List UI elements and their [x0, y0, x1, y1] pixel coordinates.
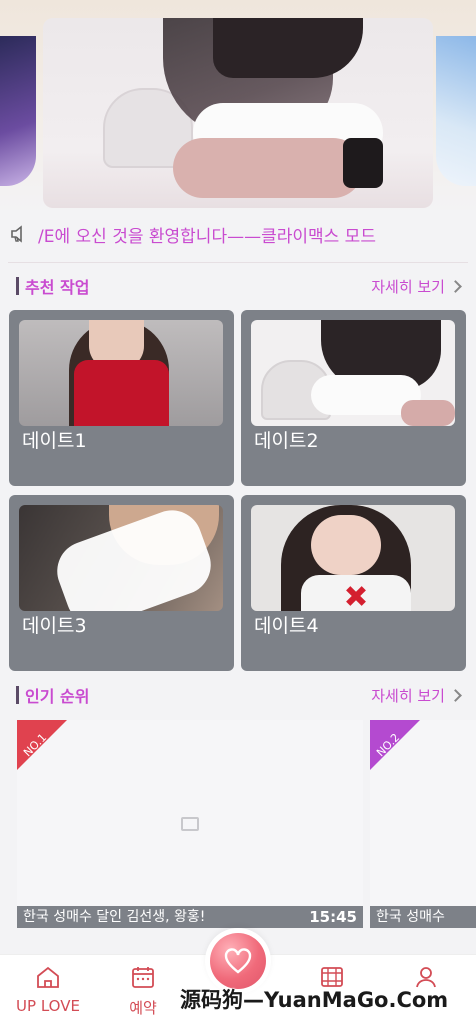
recommended-card-1[interactable]: 데이트1 [9, 310, 234, 486]
speaker-icon [8, 223, 30, 245]
heart-icon [210, 933, 266, 989]
home-icon [35, 965, 61, 993]
section-marker [16, 686, 19, 704]
card-thumbnail [251, 320, 455, 426]
notice-text: /E에 오신 것을 환영합니다——클라이맥스 모드 [38, 226, 376, 247]
card-thumbnail [19, 320, 223, 426]
card-label: 데이트1 [22, 430, 87, 452]
ranking-card-2[interactable]: NO.2 한국 성매수 [370, 720, 476, 928]
recommended-card-3[interactable]: 데이트3 [9, 495, 234, 671]
chevron-right-icon [449, 279, 462, 293]
nav-label: UP LOVE [16, 997, 80, 1015]
section-divider [8, 262, 468, 263]
ranking-card-1[interactable]: NO.1 한국 성매수 달인 김선생, 왕홍! 15:45 [17, 720, 363, 928]
banner-carousel [0, 0, 476, 212]
nav-item-reservation[interactable]: 예약 [98, 965, 188, 1018]
card-thumbnail [19, 505, 223, 611]
banner-next-slide[interactable] [436, 36, 476, 186]
ranking-header: 인기 순위 자세히 보기 [16, 682, 462, 708]
app-page: /E에 오신 것을 환영합니다——클라이맥스 모드 추천 작업 자세히 보기 데… [0, 0, 476, 1024]
watermark-text: 源码狗—YuanMaGo.Com [180, 988, 449, 1012]
card-label: 데이트2 [254, 430, 319, 452]
ranking-title: 인기 순위 [25, 687, 90, 706]
notice-marquee[interactable]: /E에 오신 것을 환영합니다——클라이맥스 모드 [8, 220, 468, 248]
calendar-icon [131, 965, 155, 993]
nav-item-home[interactable]: UP LOVE [3, 965, 93, 1015]
recommended-more-link[interactable]: 자세히 보기 [371, 276, 462, 297]
recommended-title: 추천 작업 [25, 278, 90, 297]
card-label: 데이트3 [22, 615, 87, 637]
ranking-caption: 한국 성매수 [370, 906, 476, 928]
chevron-right-icon [449, 688, 462, 702]
more-label: 자세히 보기 [371, 686, 445, 705]
section-marker [16, 277, 19, 295]
card-label: 데이트4 [254, 615, 319, 637]
recommended-header: 추천 작업 자세히 보기 [16, 273, 462, 299]
recommended-card-4[interactable]: 데이트4 [241, 495, 466, 671]
banner-prev-slide[interactable] [0, 36, 36, 186]
nav-label: 예약 [129, 999, 157, 1017]
ranking-more-link[interactable]: 자세히 보기 [371, 685, 462, 706]
image-placeholder-icon [181, 817, 199, 831]
banner-image[interactable] [43, 18, 433, 208]
card-thumbnail [251, 505, 455, 611]
more-label: 자세히 보기 [371, 277, 445, 296]
recommended-card-2[interactable]: 데이트2 [241, 310, 466, 486]
video-duration: 15:45 [303, 906, 363, 928]
